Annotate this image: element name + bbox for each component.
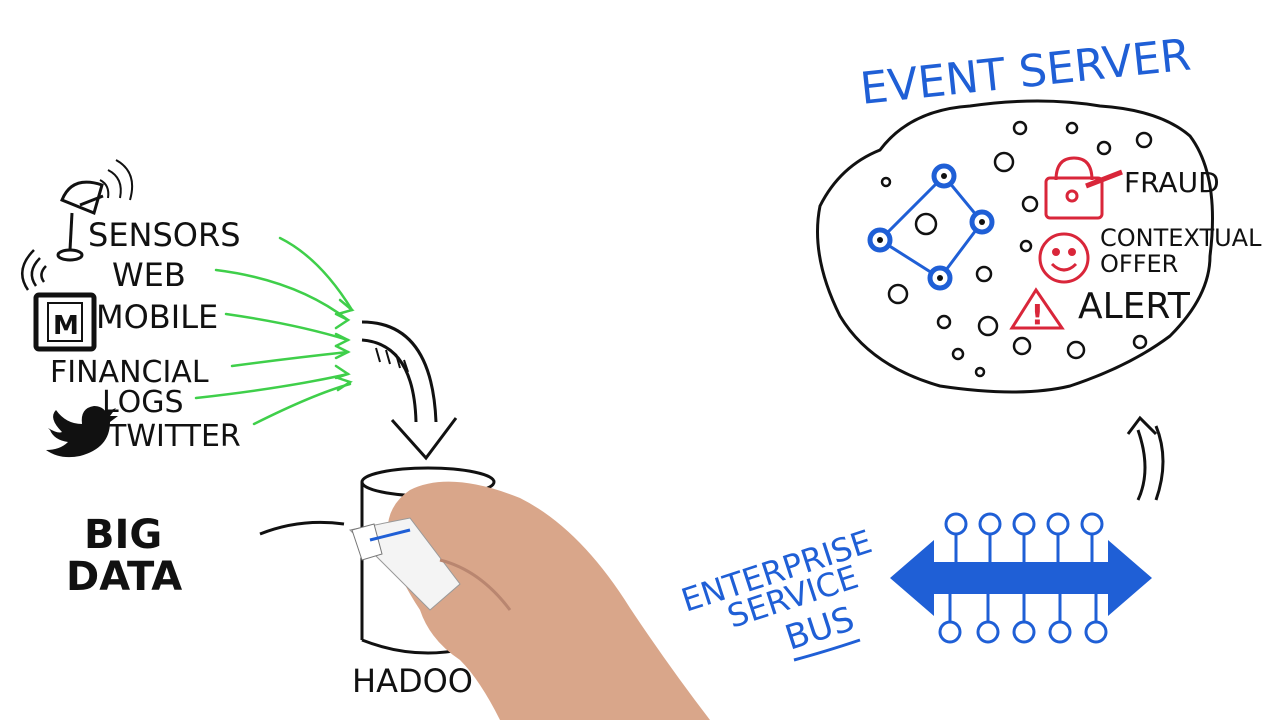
arrow-twitter bbox=[252, 382, 352, 426]
mobile-phone-icon: M bbox=[33, 292, 97, 352]
arrow-logs bbox=[194, 372, 350, 400]
wifi-icon bbox=[21, 249, 47, 291]
ingest-arrows bbox=[194, 236, 355, 426]
bus-endpoint bbox=[1046, 512, 1070, 536]
source-sensors: SENSORS bbox=[88, 216, 241, 254]
source-web: WEB bbox=[112, 256, 186, 294]
output-alert: ALERT bbox=[1078, 286, 1191, 327]
arrowhead-3 bbox=[334, 332, 351, 348]
arrow-financial bbox=[230, 350, 350, 368]
bus-endpoint bbox=[976, 620, 1000, 644]
connector-line bbox=[259, 520, 345, 536]
arrowhead-1 bbox=[336, 298, 355, 316]
esb-bus-icon bbox=[890, 512, 1152, 644]
mobile-badge-letter: M bbox=[53, 311, 79, 341]
big-data-line2: DATA bbox=[66, 554, 182, 600]
smiley-icon bbox=[1038, 232, 1090, 284]
source-mobile: MOBILE bbox=[96, 298, 218, 336]
arrowhead-2 bbox=[334, 312, 351, 330]
bus-endpoint bbox=[978, 512, 1002, 536]
storage-label: HADOO bbox=[352, 662, 473, 700]
funnel-arrow bbox=[361, 320, 458, 461]
padlock-icon bbox=[1044, 156, 1123, 220]
bus-endpoint bbox=[1080, 512, 1104, 536]
bus-endpoint bbox=[1048, 620, 1072, 644]
big-data-line1: BIG bbox=[84, 512, 162, 558]
output-offer-line2: OFFER bbox=[1100, 250, 1178, 278]
warning-symbol: ! bbox=[1031, 298, 1044, 331]
bus-endpoint bbox=[938, 620, 962, 644]
arrow-mobile bbox=[224, 312, 350, 342]
arrowhead-5 bbox=[334, 364, 351, 380]
arrowhead-6 bbox=[336, 376, 353, 392]
source-logs: LOGS bbox=[102, 385, 184, 420]
bus-endpoint bbox=[944, 512, 968, 536]
bus-endpoint bbox=[1012, 512, 1036, 536]
output-offer-line1: CONTEXTUAL bbox=[1100, 224, 1262, 252]
warning-icon: ! bbox=[1009, 287, 1065, 331]
output-fraud: FRAUD bbox=[1124, 166, 1220, 199]
whiteboard-diagram: SENSORS WEB M MOBILE FINANCIAL LOGS TWIT… bbox=[21, 30, 1262, 720]
source-twitter: TWITTER bbox=[107, 419, 241, 454]
bus-to-server-arrow bbox=[1126, 415, 1165, 501]
bus-endpoint bbox=[1012, 620, 1036, 644]
bus-endpoint bbox=[1084, 620, 1108, 644]
